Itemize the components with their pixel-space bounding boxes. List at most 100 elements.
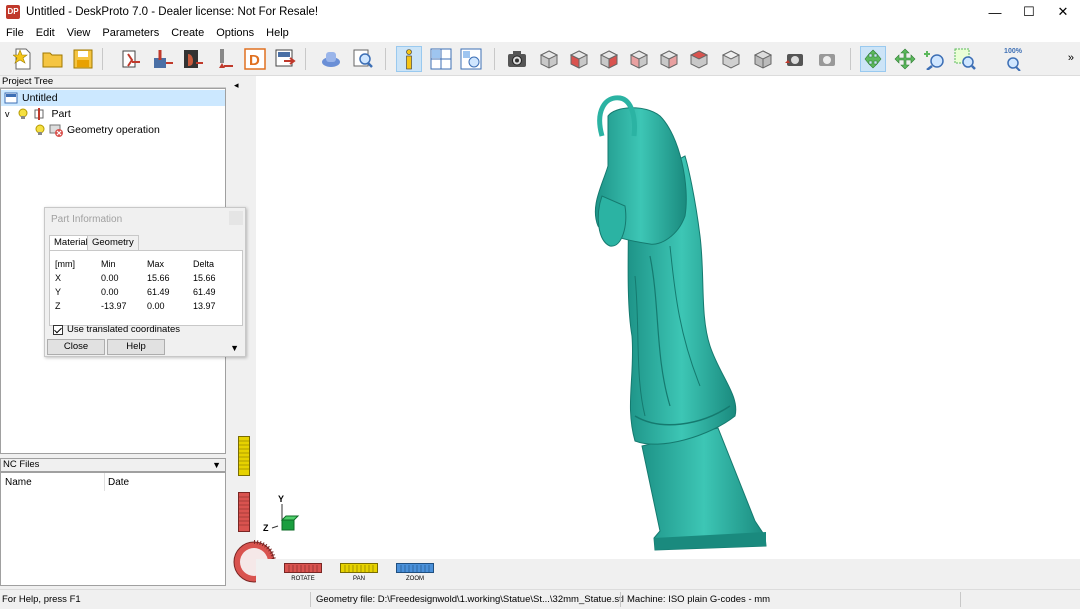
menu-help[interactable]: Help [260, 27, 295, 39]
menu-create[interactable]: Create [165, 27, 210, 39]
tree-item-untitled[interactable]: Untitled [1, 90, 225, 106]
translated-coords-option[interactable]: Use translated coordinates [53, 324, 180, 335]
zoom-window-icon[interactable] [952, 46, 978, 72]
menu-file[interactable]: File [0, 27, 30, 39]
table-cell: 0.00 [101, 287, 119, 297]
minimize-button[interactable]: — [978, 0, 1012, 24]
cube-view-right-icon[interactable] [596, 46, 622, 72]
title-bar: DP Untitled - DeskProto 7.0 - Dealer lic… [0, 0, 1080, 24]
part-info-table: [mm] Min Max Delta X 0.00 15.66 15.66 Y … [49, 250, 243, 326]
table-cell: X [55, 273, 62, 283]
nc-files-title: NC Files [3, 459, 40, 470]
zoom-mode-icon[interactable] [922, 46, 948, 72]
info-icon[interactable] [396, 46, 422, 72]
zoom-label: ZOOM [406, 576, 424, 582]
dialog-title: Part Information [51, 214, 123, 225]
cube-view-top-icon[interactable] [686, 46, 712, 72]
close-window-button[interactable]: ✕ [1046, 0, 1080, 24]
cube-view-iso-icon[interactable] [536, 46, 562, 72]
menu-options[interactable]: Options [210, 27, 260, 39]
status-bar: For Help, press F1 Geometry file: D:\Fre… [0, 589, 1080, 609]
app-logo-icon: DP [6, 5, 20, 19]
table-header: [mm] [55, 259, 75, 269]
menu-edit[interactable]: Edit [30, 27, 61, 39]
dialog-close-icon[interactable] [229, 211, 243, 225]
svg-text:D: D [249, 52, 260, 69]
new-project-icon[interactable] [10, 46, 36, 72]
table-cell: -13.97 [101, 301, 127, 311]
viewport-controls [256, 559, 1080, 589]
toolbar: D 100% » [0, 42, 1080, 76]
table-cell: 0.00 [101, 273, 119, 283]
pan-label: PAN [353, 576, 365, 582]
close-button[interactable]: Close [47, 339, 105, 355]
table-header: Min [101, 259, 116, 269]
camera-icon[interactable] [504, 46, 530, 72]
nc-files-header[interactable]: NC Files ▼ [0, 458, 226, 472]
table-cell: 61.49 [147, 287, 170, 297]
open-folder-icon[interactable] [40, 46, 66, 72]
project-tree-header: Project Tree [0, 76, 226, 88]
expand-dialog-icon[interactable]: ▼ [230, 343, 239, 353]
3d-viewport[interactable]: Y Z [230, 76, 1080, 589]
menu-bar: File Edit View Parameters Create Options… [0, 24, 1080, 42]
status-help: For Help, press F1 [2, 594, 81, 605]
window-controls: — ☐ ✕ [978, 0, 1080, 24]
operation-parameters-icon[interactable] [180, 46, 206, 72]
cube-view-bottom-icon[interactable] [718, 46, 744, 72]
table-cell: Z [55, 301, 61, 311]
menu-parameters[interactable]: Parameters [96, 27, 165, 39]
zoom-100-label: 100% [1004, 47, 1022, 55]
collapse-panel-icon[interactable]: ◂ [234, 80, 239, 91]
statue-model [594, 95, 767, 551]
camera-rotate-icon[interactable] [782, 46, 808, 72]
tree-item-label: Part [51, 108, 71, 120]
status-machine: Machine: ISO plain G-codes - mm [627, 594, 771, 605]
tree-item-part[interactable]: v Part [5, 106, 71, 122]
toolbar-more-icon[interactable]: » [1068, 52, 1074, 64]
camera-reset-icon[interactable] [814, 46, 840, 72]
column-header-name[interactable]: Name [5, 477, 32, 488]
window-title: Untitled - DeskProto 7.0 - Dealer licens… [26, 6, 319, 18]
nc-files-dropdown-icon[interactable]: ▼ [212, 459, 221, 471]
column-header-date[interactable]: Date [108, 477, 129, 488]
menu-view[interactable]: View [61, 27, 97, 39]
create-drawing-icon[interactable]: D [242, 46, 268, 72]
tool-parameters-icon[interactable] [210, 46, 236, 72]
nc-files-list: Name Date [0, 472, 226, 586]
translated-coords-checkbox[interactable] [53, 324, 63, 335]
save-icon[interactable] [70, 46, 96, 72]
view-properties-icon[interactable] [458, 46, 484, 72]
help-button[interactable]: Help [107, 339, 165, 355]
table-cell: 15.66 [147, 273, 170, 283]
expand-toggle-icon[interactable]: v [5, 109, 10, 119]
status-geometry-file: Geometry file: D:\Freedesignwold\1.worki… [316, 594, 624, 605]
tab-geometry[interactable]: Geometry [87, 235, 139, 250]
column-divider[interactable] [104, 473, 105, 491]
part-icon [34, 108, 43, 120]
cube-view-back-icon[interactable] [626, 46, 652, 72]
multi-view-icon[interactable] [428, 46, 454, 72]
rotate-mode-icon[interactable] [860, 46, 886, 72]
find-icon[interactable] [350, 46, 376, 72]
rotate-wheel[interactable] [284, 563, 322, 573]
maximize-button[interactable]: ☐ [1012, 0, 1046, 24]
pan-mode-icon[interactable] [892, 46, 918, 72]
bulb-icon [35, 124, 45, 135]
pan-slider-icon[interactable] [238, 436, 250, 476]
pan-wheel[interactable] [340, 563, 378, 573]
export-nc-icon[interactable] [272, 46, 298, 72]
zoom-wheel[interactable] [396, 563, 434, 573]
tree-item-geometry-operation[interactable]: Geometry operation [35, 122, 160, 138]
import-geometry-icon[interactable] [118, 46, 144, 72]
cube-view-front-icon[interactable] [566, 46, 592, 72]
project-icon [4, 92, 18, 104]
cube-view-wire-icon[interactable] [750, 46, 776, 72]
simulation-icon[interactable] [318, 46, 344, 72]
cube-view-left-icon[interactable] [656, 46, 682, 72]
table-cell: 13.97 [193, 301, 216, 311]
zoom-100-icon[interactable]: 100% [1000, 46, 1026, 72]
part-parameters-icon[interactable] [150, 46, 176, 72]
table-cell: 61.49 [193, 287, 216, 297]
rotate-slider-icon[interactable] [238, 492, 250, 532]
